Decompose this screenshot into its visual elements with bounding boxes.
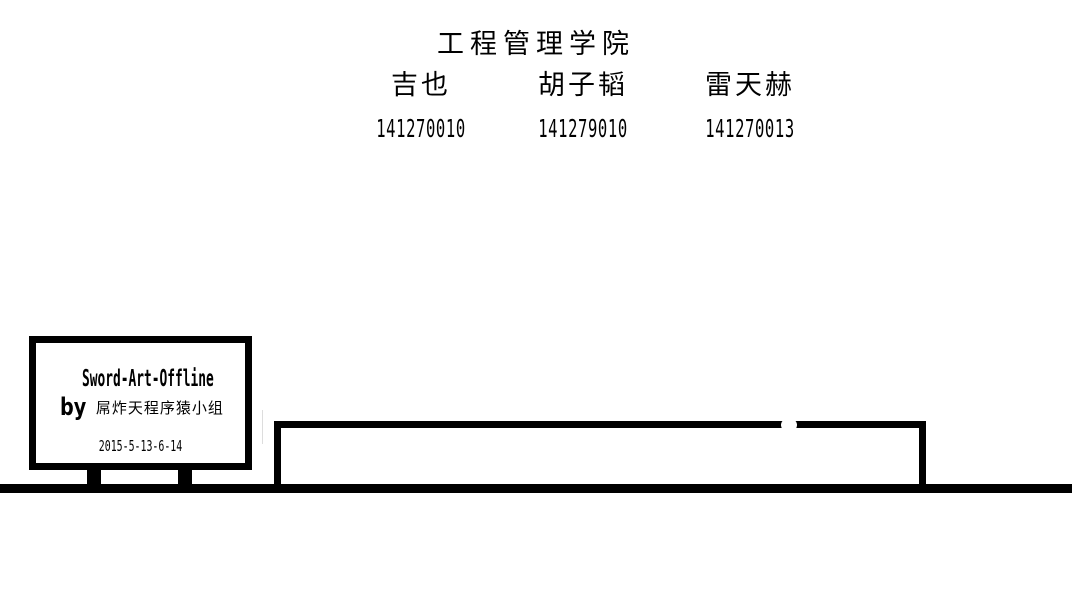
- game-title: Sword-Art-Offline: [81, 366, 214, 392]
- member-name: 吉也: [391, 70, 451, 101]
- team-member-2: 胡子韬 141279010: [508, 66, 658, 143]
- sign-leg-left: [87, 463, 101, 485]
- member-id: 141270010: [376, 114, 466, 143]
- platform-seam: [781, 419, 797, 431]
- team-member-3: 雷天赫 141270013: [675, 66, 825, 143]
- title-sign-board: Sword-Art-Offline by 屌炸天程序猿小组 2015-5-13-…: [29, 336, 252, 470]
- by-label: by: [60, 393, 87, 421]
- team-member-1: 吉也 141270010: [346, 66, 496, 143]
- ground-line: [0, 484, 1072, 493]
- member-name: 雷天赫: [705, 70, 795, 101]
- member-id: 141279010: [538, 114, 628, 143]
- member-name: 胡子韬: [538, 70, 628, 101]
- team-name: 屌炸天程序猿小组: [95, 398, 224, 417]
- platform-block: [274, 421, 926, 491]
- school-name: 工程管理学院: [437, 29, 635, 60]
- game-scene: 工程管理学院 吉也 141270010 胡子韬 141279010 雷天赫 14…: [0, 0, 1072, 600]
- member-id: 141270013: [705, 114, 795, 143]
- release-date: 2015-5-13-6-14: [98, 437, 183, 455]
- edge-mark: [262, 410, 263, 444]
- sign-leg-right: [178, 463, 192, 485]
- credit-line: by 屌炸天程序猿小组: [60, 395, 224, 419]
